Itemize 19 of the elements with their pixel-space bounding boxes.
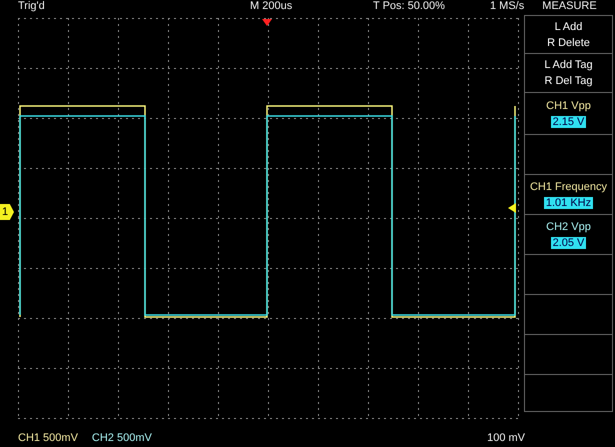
measurement-label: CH2 Vpp (546, 220, 591, 232)
measurement-value: 2.05 V (550, 236, 586, 248)
timebase-label: M 200us (250, 0, 294, 12)
measurement-value: 1.01 KHz (544, 196, 594, 208)
trigger-status: Trig'd (18, 0, 46, 12)
measurement-label: CH1 Vpp (546, 100, 591, 112)
channel-scale-label: CH1 500mV (18, 432, 78, 446)
measurement-label: CH1 Frequency (530, 180, 608, 192)
trigger-level-label: 100 mV (487, 432, 525, 446)
panel-title: MEASURE (542, 0, 597, 12)
menu-button[interactable]: L Add Tag R Del Tag (524, 54, 613, 93)
menu-button[interactable]: L Add R Delete (524, 15, 613, 54)
trigger-position-label: T Pos: 50.00% (373, 0, 446, 12)
trigger-level-marker (508, 203, 516, 213)
measurement-value: 2.15 V (550, 116, 586, 128)
trigger-position-marker (262, 19, 272, 26)
channel-scale-label: CH2 500mV (92, 432, 152, 446)
channel-marker: 1 (0, 204, 14, 220)
sample-rate-label: 1 MS/s (490, 0, 524, 12)
